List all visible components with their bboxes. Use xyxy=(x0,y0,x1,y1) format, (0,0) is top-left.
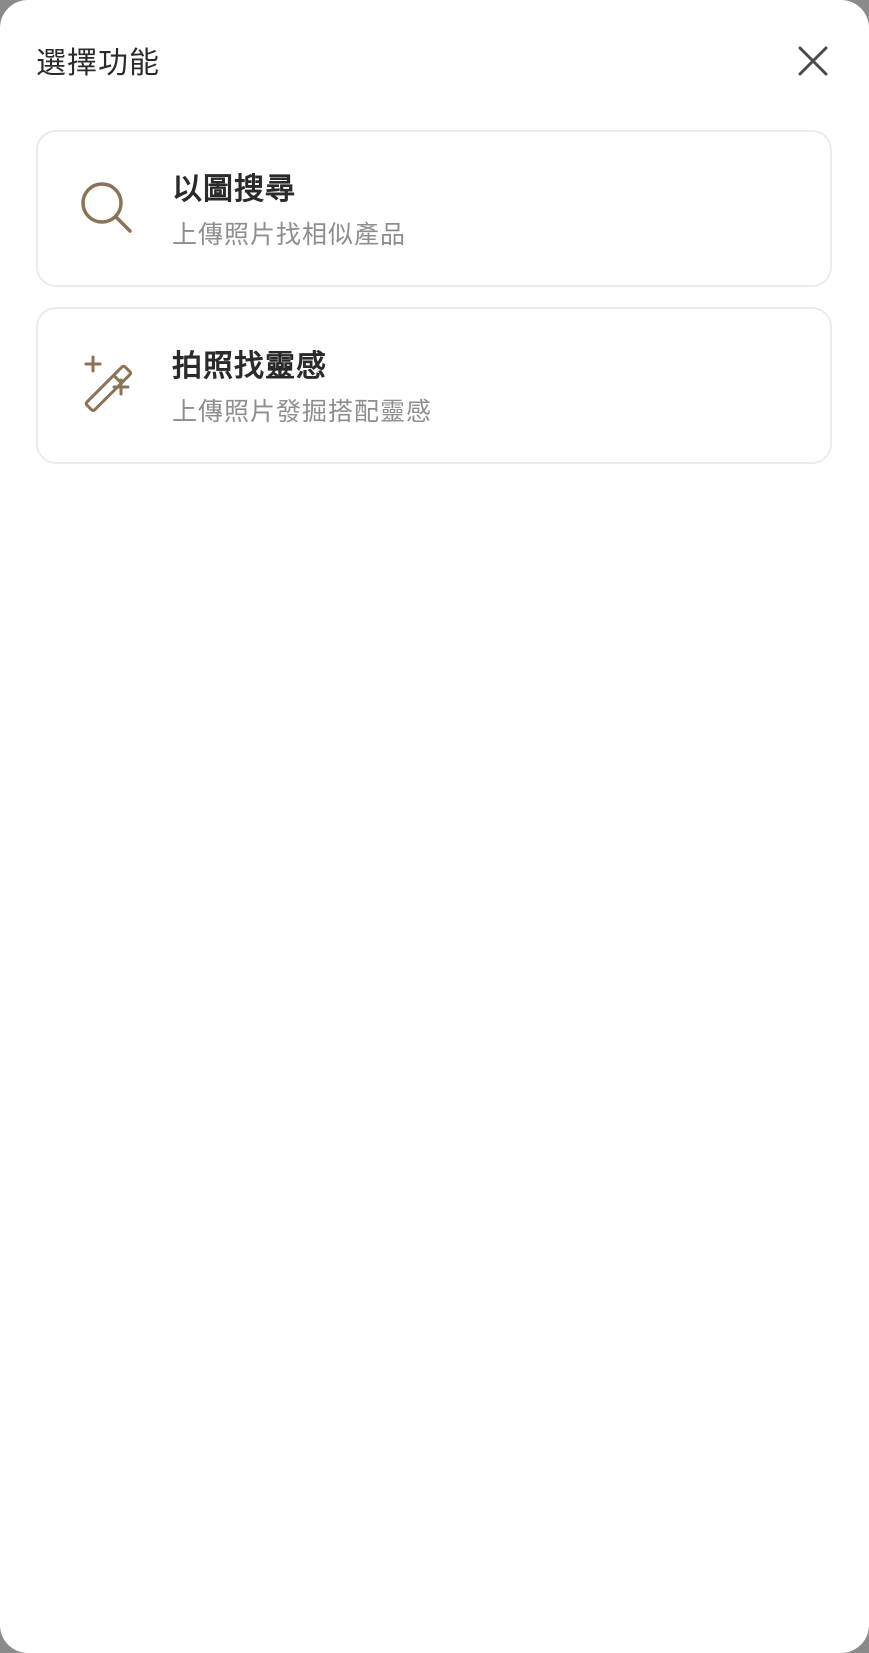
search-icon xyxy=(76,177,140,241)
option-card-photo-inspiration[interactable]: 拍照找靈感 上傳照片發掘搭配靈感 xyxy=(36,307,832,464)
sheet-title: 選擇功能 xyxy=(36,46,160,81)
magic-wand-icon xyxy=(76,354,140,418)
option-title: 以圖搜尋 xyxy=(172,172,296,207)
option-subtitle: 上傳照片找相似產品 xyxy=(172,220,407,249)
sheet-header: 選擇功能 xyxy=(0,0,869,126)
option-title: 拍照找靈感 xyxy=(172,349,327,384)
option-subtitle: 上傳照片發掘搭配靈感 xyxy=(172,397,433,426)
option-card-image-search[interactable]: 以圖搜尋 上傳照片找相似產品 xyxy=(36,130,832,287)
close-button[interactable] xyxy=(788,36,838,86)
close-icon xyxy=(798,46,828,76)
bottom-sheet: 選擇功能 以圖搜尋 上傳照片找相似產品 拍照找靈感 上傳照片發掘搭配靈感 xyxy=(0,0,869,1653)
